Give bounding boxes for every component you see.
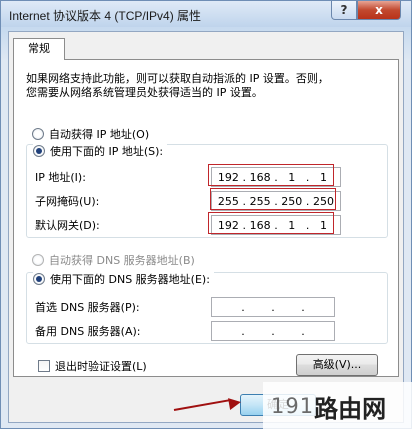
octet-separator: . bbox=[271, 300, 275, 314]
description-text: 如果网络支持此功能，则可以获取自动指派的 IP 设置。否则， 您需要从网络系统管… bbox=[26, 72, 386, 100]
subnet-mask-row: 子网掩码(U): bbox=[35, 193, 99, 209]
annotation-arrow-head-icon bbox=[228, 396, 242, 410]
gateway-row: 默认网关(D): bbox=[35, 217, 100, 233]
ip-auto-radio[interactable]: 自动获得 IP 地址(O) bbox=[32, 126, 149, 142]
octet-separator: . bbox=[241, 324, 245, 338]
ip-manual-radio[interactable]: 使用下面的 IP 地址(S): bbox=[33, 143, 168, 159]
dns-manual-radio[interactable]: 使用下面的 DNS 服务器地址(E): bbox=[33, 271, 214, 287]
gateway-highlight bbox=[208, 212, 334, 234]
validate-on-exit-checkbox[interactable]: 退出时验证设置(L) bbox=[38, 358, 147, 374]
tcpip-properties-dialog: Internet 协议版本 4 (TCP/IPv4) 属性 ? x 常规 如果网… bbox=[0, 0, 412, 429]
description-line-2: 您需要从网络系统管理员处获得适当的 IP 设置。 bbox=[26, 86, 263, 99]
dns-auto-radio-indicator[interactable] bbox=[32, 254, 44, 266]
dns-auto-radio[interactable]: 自动获得 DNS 服务器地址(B) bbox=[32, 252, 195, 268]
octet-separator: . bbox=[301, 300, 305, 314]
help-button[interactable]: ? bbox=[331, 1, 357, 20]
general-tab-panel: 如果网络支持此功能，则可以获取自动指派的 IP 设置。否则， 您需要从网络系统管… bbox=[13, 59, 399, 377]
description-line-1: 如果网络支持此功能，则可以获取自动指派的 IP 设置。否则， bbox=[26, 72, 329, 85]
window-title: Internet 协议版本 4 (TCP/IPv4) 属性 bbox=[9, 9, 202, 23]
subnet-mask-highlight bbox=[210, 188, 336, 210]
subnet-mask-label: 子网掩码(U): bbox=[35, 195, 100, 208]
site-watermark: 191 路由网 bbox=[263, 382, 412, 429]
dialog-client-area: 常规 如果网络支持此功能，则可以获取自动指派的 IP 设置。否则， 您需要从网络… bbox=[8, 31, 404, 423]
title-bar[interactable]: Internet 协议版本 4 (TCP/IPv4) 属性 ? x bbox=[1, 1, 411, 27]
octet-separator: . bbox=[301, 324, 305, 338]
ip-address-highlight bbox=[208, 164, 334, 186]
tab-general[interactable]: 常规 bbox=[13, 38, 65, 60]
close-button[interactable]: x bbox=[357, 1, 401, 20]
dns-manual-label: 使用下面的 DNS 服务器地址(E): bbox=[50, 273, 210, 286]
ip-auto-label: 自动获得 IP 地址(O) bbox=[49, 128, 150, 141]
alternate-dns-label: 备用 DNS 服务器(A): bbox=[35, 325, 141, 338]
validate-on-exit-label: 退出时验证设置(L) bbox=[55, 360, 147, 373]
alternate-dns-input[interactable]: . . . bbox=[211, 321, 335, 341]
preferred-dns-row: 首选 DNS 服务器(P): bbox=[35, 299, 140, 315]
dns-auto-label: 自动获得 DNS 服务器地址(B) bbox=[49, 254, 195, 267]
ip-auto-radio-indicator[interactable] bbox=[32, 128, 44, 140]
octet-separator: . bbox=[271, 324, 275, 338]
ip-manual-radio-indicator[interactable] bbox=[33, 145, 45, 157]
preferred-dns-label: 首选 DNS 服务器(P): bbox=[35, 301, 140, 314]
watermark-text: 路由网 bbox=[314, 394, 387, 423]
ip-manual-label: 使用下面的 IP 地址(S): bbox=[50, 145, 164, 158]
dns-server-group: 使用下面的 DNS 服务器地址(E): 首选 DNS 服务器(P): . . .… bbox=[26, 271, 388, 344]
validate-on-exit-checkbox-box[interactable] bbox=[38, 360, 50, 372]
ip-address-row: IP 地址(I): bbox=[35, 169, 86, 185]
advanced-button[interactable]: 高级(V)... bbox=[296, 354, 378, 376]
alternate-dns-row: 备用 DNS 服务器(A): bbox=[35, 323, 141, 339]
gateway-label: 默认网关(D): bbox=[35, 219, 100, 232]
dns-manual-radio-indicator[interactable] bbox=[33, 273, 45, 285]
ip-address-label: IP 地址(I): bbox=[35, 171, 86, 184]
preferred-dns-input[interactable]: . . . bbox=[211, 297, 335, 317]
octet-separator: . bbox=[241, 300, 245, 314]
watermark-number: 191 bbox=[271, 394, 315, 418]
